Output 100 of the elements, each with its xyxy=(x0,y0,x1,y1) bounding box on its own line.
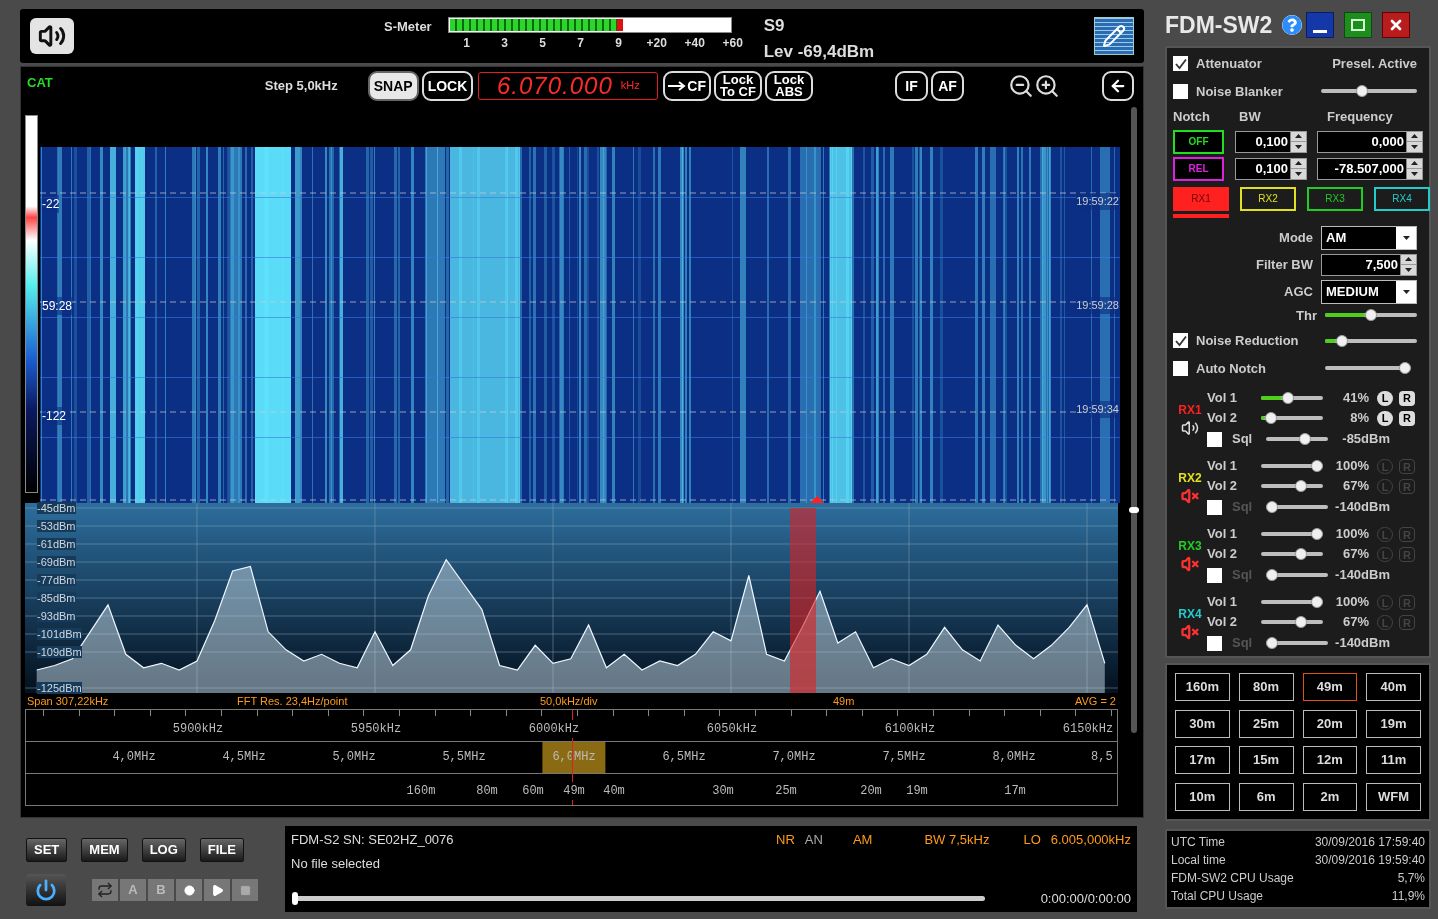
slider[interactable] xyxy=(1321,85,1417,98)
band-button[interactable]: 15m xyxy=(1238,746,1294,774)
receiver-tab[interactable]: RX3 xyxy=(1307,186,1363,211)
option-label: Attenuator xyxy=(1196,55,1262,73)
spin-buttons[interactable] xyxy=(1290,158,1306,179)
spin-buttons[interactable] xyxy=(1406,158,1422,179)
slider-thumb[interactable] xyxy=(1298,433,1311,445)
band-button[interactable]: WFM xyxy=(1366,782,1421,811)
minimize-button[interactable] xyxy=(1306,12,1335,38)
band-button[interactable]: 12m xyxy=(1302,746,1358,774)
zoom-out-icon[interactable] xyxy=(1008,73,1034,99)
maximize-button[interactable] xyxy=(1344,12,1373,38)
lock-button[interactable]: LOCK xyxy=(421,71,474,101)
slider[interactable] xyxy=(1266,433,1328,445)
thr-label: Thr xyxy=(1296,306,1317,325)
speaker-icon[interactable] xyxy=(1181,419,1199,437)
loop-button[interactable] xyxy=(92,879,118,901)
slider-thumb[interactable] xyxy=(1265,412,1277,424)
band-button[interactable]: 20m xyxy=(1302,709,1358,738)
avg-label: AVG = 2 xyxy=(1074,694,1116,709)
receiver-label: RX1 xyxy=(1178,402,1202,419)
slider[interactable] xyxy=(1266,637,1328,649)
band-button[interactable]: 49m xyxy=(1302,673,1358,701)
notch-button[interactable]: OFF xyxy=(1173,129,1224,154)
spin-buttons[interactable] xyxy=(1290,131,1306,152)
slider-thumb[interactable] xyxy=(1281,392,1294,404)
checkbox[interactable] xyxy=(1173,83,1188,99)
slider[interactable] xyxy=(1266,569,1328,581)
number-field[interactable]: 7,500 xyxy=(1321,253,1417,276)
band-button[interactable]: 80m xyxy=(1238,673,1294,701)
af-button[interactable]: AF xyxy=(931,71,964,101)
play-button[interactable] xyxy=(204,879,230,901)
notch-button[interactable]: REL xyxy=(1173,156,1224,181)
band-button[interactable]: 30m xyxy=(1175,709,1230,738)
receiver-tab[interactable]: RX4 xyxy=(1374,186,1430,211)
band-button[interactable]: 10m xyxy=(1175,782,1230,811)
edit-button[interactable] xyxy=(1094,17,1134,55)
frequency-display[interactable]: 6.070.000 kHz xyxy=(478,72,659,100)
slider[interactable] xyxy=(1325,309,1417,322)
slider-thumb[interactable] xyxy=(1356,85,1369,98)
s-meter-tick: 7 xyxy=(576,35,586,52)
if-button[interactable]: IF xyxy=(895,71,928,101)
center-frequency-button[interactable]: CF xyxy=(663,71,711,101)
slider-thumb[interactable] xyxy=(1399,362,1411,375)
band-button[interactable]: 2m xyxy=(1302,782,1358,811)
checkbox[interactable] xyxy=(1173,56,1188,72)
playback-thumb[interactable] xyxy=(292,891,298,905)
slider[interactable] xyxy=(1261,392,1323,404)
spin-buttons[interactable] xyxy=(1400,254,1416,275)
slider[interactable] xyxy=(1325,334,1417,347)
slider[interactable] xyxy=(1266,501,1328,513)
lock-abs-button[interactable]: Lock ABS xyxy=(765,71,813,101)
dropdown[interactable]: AM xyxy=(1321,225,1417,250)
mhz-label: 5,0MHz xyxy=(331,749,377,766)
panel-button[interactable]: FILE xyxy=(199,838,244,862)
slider-thumb[interactable] xyxy=(1336,334,1349,347)
band-button[interactable]: 40m xyxy=(1366,673,1421,701)
slider-thumb[interactable] xyxy=(1365,309,1377,322)
panel-button[interactable]: SET xyxy=(26,838,68,862)
right-channel-button[interactable]: R xyxy=(1399,390,1415,406)
slider[interactable] xyxy=(1261,480,1323,492)
panel-button[interactable]: MEM xyxy=(81,838,128,862)
help-icon[interactable] xyxy=(1282,15,1303,35)
mhz-label: 6,5MHz xyxy=(661,749,707,766)
left-channel-button[interactable]: L xyxy=(1377,390,1393,406)
back-button[interactable] xyxy=(1102,71,1134,101)
slider[interactable] xyxy=(1261,412,1323,424)
power-button[interactable] xyxy=(26,874,66,906)
receiver-tab[interactable]: RX2 xyxy=(1240,186,1296,211)
slider[interactable] xyxy=(1261,596,1323,608)
checkbox[interactable] xyxy=(1207,431,1222,447)
band-button[interactable]: 11m xyxy=(1366,746,1421,774)
snap-button[interactable]: SNAP xyxy=(367,71,419,101)
close-button[interactable] xyxy=(1382,12,1411,38)
number-field[interactable]: -78.507,000 xyxy=(1317,157,1423,180)
slider[interactable] xyxy=(1261,528,1323,540)
number-field[interactable]: 0,000 xyxy=(1317,130,1423,153)
band-button[interactable]: 19m xyxy=(1366,709,1421,738)
left-channel-button[interactable]: L xyxy=(1377,410,1393,426)
lock-to-cf-button[interactable]: Lock To CF xyxy=(714,71,762,101)
band-button[interactable]: 17m xyxy=(1175,746,1230,774)
zoom-in-icon[interactable] xyxy=(1034,73,1060,99)
band-button[interactable]: 160m xyxy=(1175,673,1230,701)
speaker-button[interactable] xyxy=(30,18,74,54)
band-button[interactable]: 25m xyxy=(1238,709,1294,738)
slider[interactable] xyxy=(1261,616,1323,628)
record-button[interactable] xyxy=(176,879,202,901)
checkbox[interactable] xyxy=(1173,360,1188,376)
slider[interactable] xyxy=(1325,362,1411,375)
slider[interactable] xyxy=(1261,548,1323,560)
band-button[interactable]: 6m xyxy=(1238,782,1294,811)
slider[interactable] xyxy=(1261,460,1323,472)
right-channel-button[interactable]: R xyxy=(1399,410,1415,426)
number-field[interactable]: 0,100 xyxy=(1235,130,1307,153)
spin-buttons[interactable] xyxy=(1406,131,1422,152)
checkbox[interactable] xyxy=(1173,333,1188,349)
scrollbar[interactable] xyxy=(1131,107,1137,733)
panel-button[interactable]: LOG xyxy=(141,838,186,862)
number-field[interactable]: 0,100 xyxy=(1235,157,1307,180)
dropdown[interactable]: MEDIUM xyxy=(1321,279,1417,304)
